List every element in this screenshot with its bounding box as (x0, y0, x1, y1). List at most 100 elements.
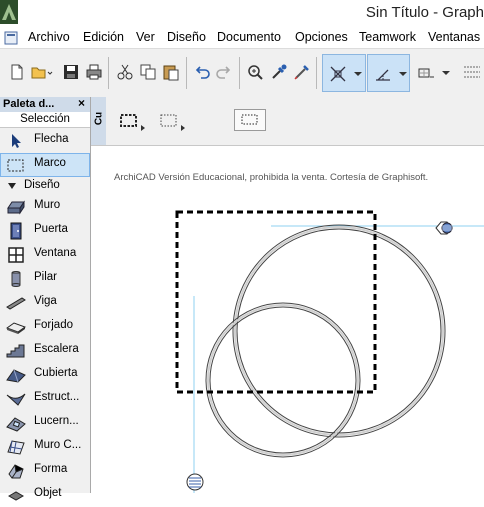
tool-puerta[interactable]: Puerta (0, 219, 90, 243)
menu-ventanas[interactable]: Ventanas (428, 30, 480, 44)
chevron-down-icon[interactable] (353, 71, 363, 77)
document-menu-icon[interactable] (4, 31, 18, 45)
tool-forjado[interactable]: Forjado (0, 315, 90, 339)
marquee-selection[interactable] (175, 210, 377, 394)
tool-label: Ventana (34, 247, 77, 259)
snap-button[interactable] (367, 54, 410, 92)
palette-close-button[interactable]: × (78, 96, 85, 110)
gravity-button[interactable] (322, 54, 366, 92)
tool-label: Muro C... (34, 439, 82, 451)
section-design-header[interactable]: Diseño (0, 178, 90, 194)
tool-palette: Paleta d... × Selección Flecha Marco Dis… (0, 96, 91, 501)
slab-icon (6, 322, 26, 334)
find-select-icon[interactable] (246, 63, 264, 81)
toolbar-separator (239, 57, 240, 89)
drawing-layer (175, 210, 484, 493)
new-document-icon[interactable] (8, 63, 26, 81)
save-icon[interactable] (62, 63, 80, 81)
angle-snap-icon (376, 69, 390, 81)
single-floor-marquee-icon (160, 114, 177, 127)
tool-objeto[interactable]: Objet (0, 483, 90, 507)
roof-icon (6, 369, 26, 383)
tool-pilar[interactable]: Pilar (0, 267, 90, 291)
section-marker-icon[interactable] (186, 473, 204, 491)
beam-icon (6, 297, 26, 310)
marquee-rect-icon (241, 114, 258, 125)
tool-label: Lucern... (34, 415, 79, 427)
tool-flecha[interactable]: Flecha (0, 129, 90, 153)
tool-ventana[interactable]: Ventana (0, 243, 90, 267)
tool-lucernario[interactable]: Lucern... (0, 411, 90, 435)
menu-diseno[interactable]: Diseño (167, 30, 206, 44)
menu-bar: Archivo Edición Ver Diseño Documento Opc… (0, 28, 484, 49)
standard-toolbar (0, 49, 484, 98)
object-icon (7, 491, 25, 501)
marquee-icon (7, 159, 24, 172)
open-folder-icon[interactable] (30, 63, 54, 81)
chevron-down-icon[interactable] (441, 70, 451, 76)
syringe-icon[interactable] (293, 63, 311, 81)
menu-opciones[interactable]: Opciones (295, 30, 348, 44)
title-bar: Sin Título - Graph (0, 0, 484, 28)
tool-label: Forma (34, 463, 68, 475)
tool-forma[interactable]: Forma (0, 459, 90, 483)
tool-label: Viga (34, 295, 57, 307)
floor-plan-canvas[interactable]: ArchiCAD Versión Educacional, prohibida … (91, 146, 484, 493)
tool-estructura[interactable]: Estruct... (0, 387, 90, 411)
marquee-shape-button[interactable] (159, 111, 185, 133)
copy-icon[interactable] (139, 63, 157, 81)
morph-icon (8, 464, 24, 479)
arrow-pointer-icon (12, 134, 21, 148)
tool-label: Escalera (34, 343, 79, 355)
undo-icon[interactable] (193, 63, 211, 81)
polygon-marquee-icon (120, 114, 137, 127)
stair-icon (6, 344, 25, 358)
menu-teamwork[interactable]: Teamwork (359, 30, 416, 44)
circle-element[interactable] (205, 302, 361, 458)
grid-snap-icon[interactable] (416, 63, 436, 81)
redo-icon[interactable] (215, 63, 233, 81)
tool-muro-cortina[interactable]: Muro C... (0, 435, 90, 459)
palette-header[interactable]: Paleta d... × (0, 96, 90, 112)
eyedropper-icon[interactable] (270, 63, 288, 81)
toolbar-separator (108, 57, 109, 89)
tool-label: Estruct... (34, 391, 80, 403)
section-selection-header[interactable]: Selección (0, 112, 90, 128)
menu-edicion[interactable]: Edición (83, 30, 124, 44)
cut-icon[interactable] (116, 63, 134, 81)
menu-archivo[interactable]: Archivo (28, 30, 70, 44)
info-box-tab[interactable]: Cu (91, 97, 106, 145)
marquee-type-button[interactable] (234, 109, 266, 131)
info-box-tab-label: Cu (93, 111, 105, 126)
flyout-arrow-icon (181, 125, 185, 131)
elevation-marker-icon[interactable] (435, 221, 453, 235)
paste-icon[interactable] (162, 63, 180, 81)
shell-icon (6, 393, 26, 406)
flyout-arrow-icon (141, 125, 145, 131)
palette-title: Paleta d... (3, 98, 55, 110)
window-icon (8, 247, 24, 263)
toolbar-separator (186, 57, 187, 89)
door-icon (10, 222, 22, 240)
section-design-label: Diseño (24, 179, 60, 191)
info-box: Cu (91, 97, 484, 146)
tool-marco[interactable]: Marco (0, 153, 90, 177)
trace-reference-icon[interactable] (462, 63, 482, 81)
menu-documento[interactable]: Documento (217, 30, 281, 44)
tool-viga[interactable]: Viga (0, 291, 90, 315)
tool-escalera[interactable]: Escalera (0, 339, 90, 363)
tool-muro[interactable]: Muro (0, 195, 90, 219)
chevron-down-icon[interactable] (398, 71, 408, 77)
menu-ver[interactable]: Ver (136, 30, 155, 44)
selection-method-button[interactable] (119, 111, 145, 133)
tool-label: Objet (34, 487, 62, 499)
skylight-icon (6, 417, 26, 432)
window-title: Sin Título - Graph (365, 4, 484, 21)
tool-label: Muro (34, 199, 61, 211)
column-icon (11, 271, 21, 287)
toolbar-separator (316, 57, 317, 89)
tool-label: Marco (34, 157, 66, 169)
tool-cubierta[interactable]: Cubierta (0, 363, 90, 387)
curtain-wall-icon (7, 440, 25, 455)
print-icon[interactable] (85, 63, 103, 81)
